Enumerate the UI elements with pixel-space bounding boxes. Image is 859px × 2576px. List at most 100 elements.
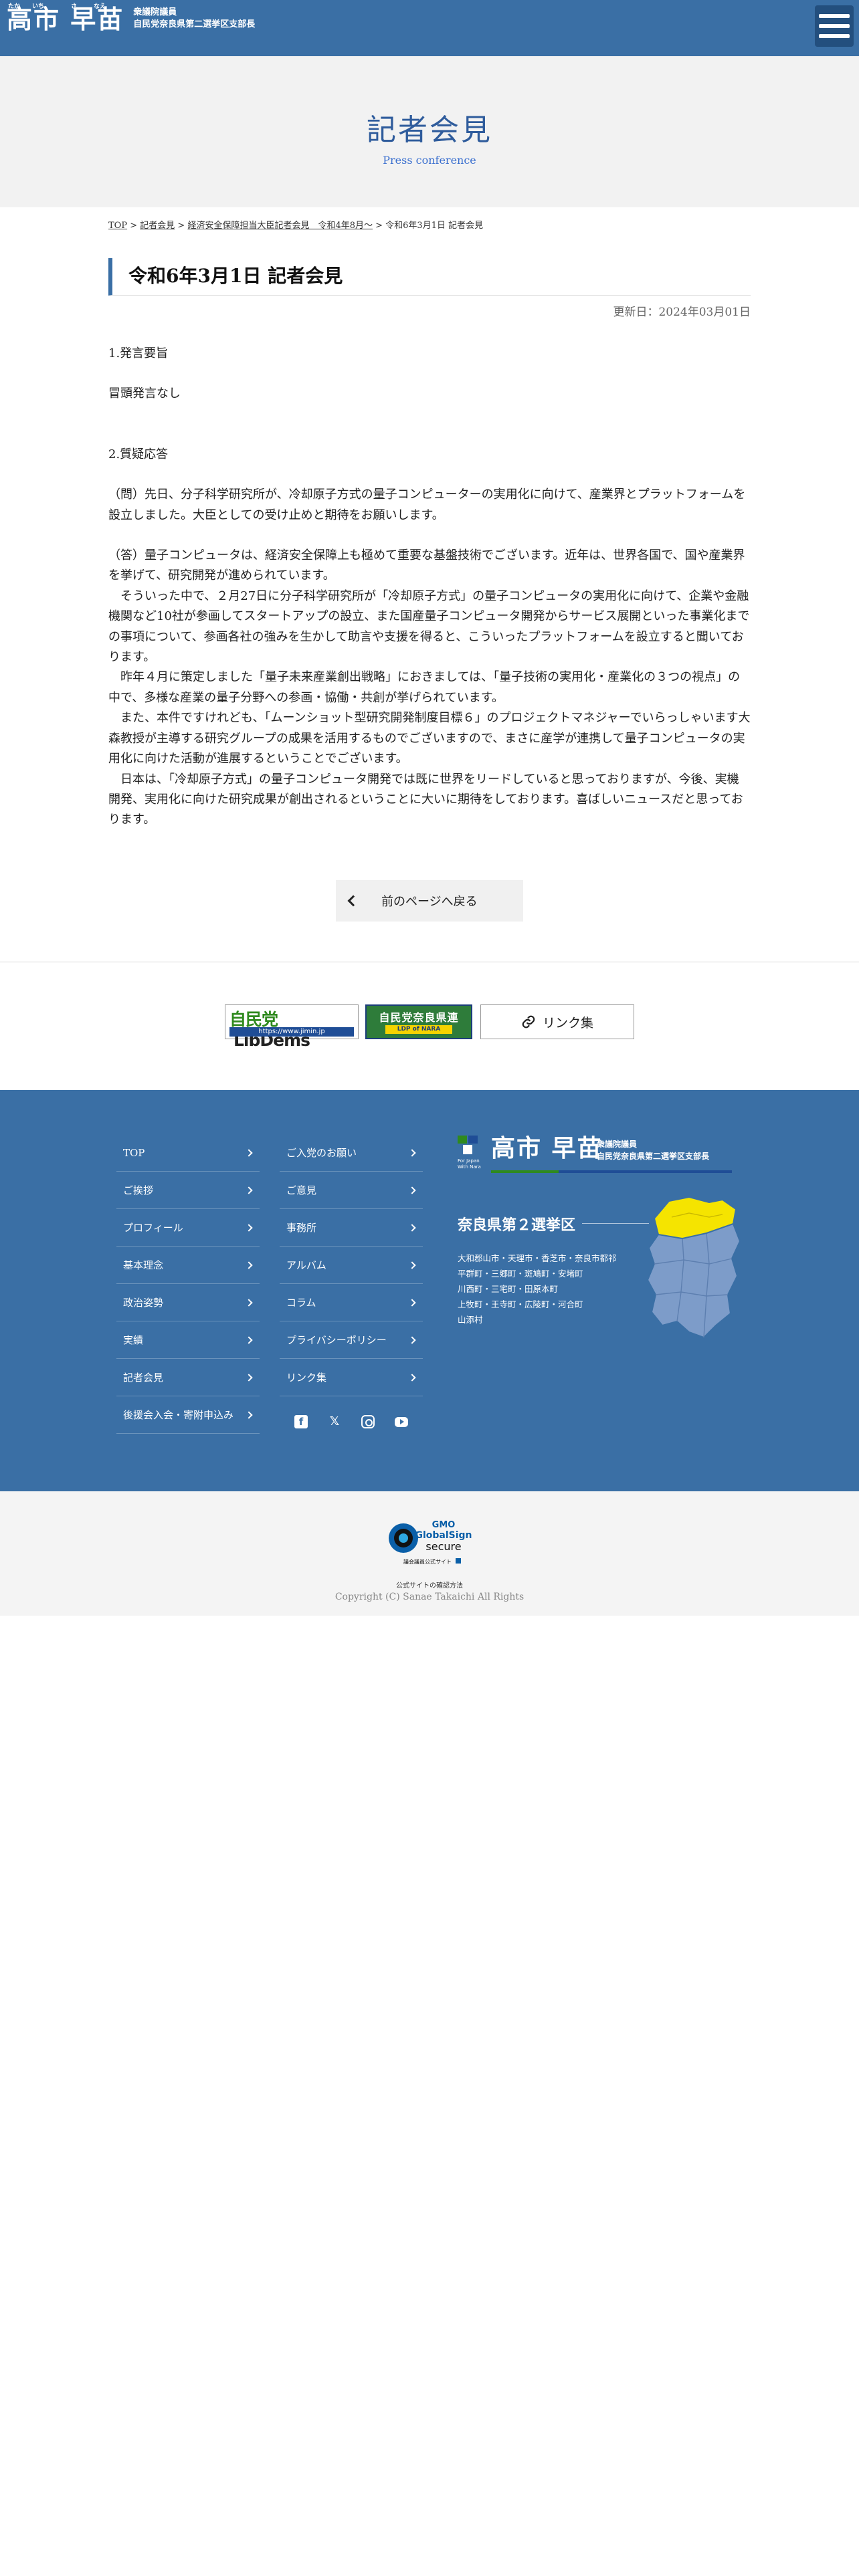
nara-banner[interactable]: 自民党奈良県連 LDP of NARA <box>365 1004 472 1039</box>
party-mark-icon <box>458 1136 478 1154</box>
nara-district-map <box>646 1196 741 1339</box>
chevron-left-icon <box>347 895 359 907</box>
district-line-5: 山添村 <box>458 1315 483 1325</box>
nav-label: ご入党のお願い <box>286 1147 357 1159</box>
footer-nav-achievements[interactable]: 実績 <box>116 1321 260 1359</box>
chevron-right-icon <box>245 1336 253 1344</box>
footer-logo-sub: 衆議院議員 自民党奈良県第二選挙区支部長 <box>597 1140 710 1161</box>
globalsign-seal[interactable]: GMO GlobalSign secure 議会議員公式サイト <box>386 1518 473 1568</box>
paragraph: 冒頭発言なし <box>108 387 181 401</box>
logo-sub-line2: 自民党奈良県第二選挙区支部長 <box>133 19 256 29</box>
links-banner-label: リンク集 <box>542 1015 593 1031</box>
chevron-right-icon <box>245 1261 253 1269</box>
footer-nav-links[interactable]: リンク集 <box>280 1359 423 1396</box>
chevron-right-icon <box>245 1411 253 1419</box>
chevron-right-icon <box>408 1186 416 1194</box>
page-hero: 記者会見 Press conference <box>0 56 859 207</box>
ruby-sa: さ <box>71 3 78 10</box>
logo-sub-line1: 衆議院議員 <box>133 7 177 17</box>
footer-nav-album[interactable]: アルバム <box>280 1247 423 1284</box>
breadcrumb-sep: > <box>372 221 386 231</box>
breadcrumb-top[interactable]: TOP <box>108 221 127 231</box>
chevron-right-icon <box>245 1149 253 1157</box>
logo-name: たか いち さ なえ 高市 早苗 <box>7 3 124 34</box>
logo-subtitle: 衆議院議員 自民党奈良県第二選挙区支部長 <box>133 7 255 32</box>
chevron-right-icon <box>245 1374 253 1382</box>
libdems-jp: 自民党 <box>229 1010 278 1029</box>
footer-nav-col-2: ご入党のお願い ご意見 事務所 アルバム コラム プライバシーポリシー リンク集 <box>280 1134 423 1396</box>
footer-nav-politics[interactable]: 政治姿勢 <box>116 1284 260 1321</box>
footer-logo-underline <box>491 1170 732 1173</box>
footer-nav-office[interactable]: 事務所 <box>280 1209 423 1247</box>
breadcrumb: TOP > 記者会見 > 経済安全保障担当大臣記者会見 令和4年8月〜 > 令和… <box>108 218 483 231</box>
chevron-right-icon <box>245 1224 253 1232</box>
nav-label: リンク集 <box>286 1372 327 1384</box>
footer-nav-top[interactable]: TOP <box>116 1134 260 1172</box>
chevron-right-icon <box>408 1224 416 1232</box>
chevron-right-icon <box>408 1261 416 1269</box>
footer-nav-profile[interactable]: プロフィール <box>116 1209 260 1247</box>
nav-label: プロフィール <box>123 1222 183 1234</box>
nav-label: 政治姿勢 <box>123 1297 164 1309</box>
chevron-right-icon <box>408 1336 416 1344</box>
menu-button[interactable] <box>815 5 854 47</box>
link-icon <box>522 1015 535 1029</box>
section-heading: 2.質疑応答 <box>108 447 169 461</box>
ruby-ichi: いち <box>32 3 45 10</box>
updated-date: 更新日：2024年03月01日 <box>613 306 751 319</box>
bottom-bar: GMO GlobalSign secure 議会議員公式サイト 公式サイトの確認… <box>0 1491 859 1616</box>
libdems-url: https://www.jimin.jp <box>229 1027 354 1037</box>
libdems-banner[interactable]: 自民党LibDems https://www.jimin.jp <box>225 1004 359 1050</box>
chevron-right-icon <box>245 1299 253 1307</box>
question-paragraph: （問）先日、分子科学研究所が、冷却原子方式の量子コンピューターの実用化に向けて、… <box>108 488 746 522</box>
footer-nav-press[interactable]: 記者会見 <box>116 1359 260 1396</box>
chevron-right-icon <box>245 1186 253 1194</box>
nav-label: 記者会見 <box>123 1372 164 1384</box>
breadcrumb-minister[interactable]: 経済安全保障担当大臣記者会見 令和4年8月〜 <box>187 221 373 231</box>
district-line-3: 川西町・三宅町・田原本町 <box>458 1284 559 1294</box>
section-heading: 1.発言要旨 <box>108 346 169 360</box>
footer-nav-opinion[interactable]: ご意見 <box>280 1172 423 1209</box>
youtube-icon[interactable] <box>395 1417 408 1427</box>
ruby-taka: たか <box>8 3 21 10</box>
district-title: 奈良県第２選挙区 <box>458 1216 576 1234</box>
back-button-label: 前のページへ戻る <box>381 895 478 909</box>
site-logo[interactable]: たか いち さ なえ 高市 早苗 衆議院議員 自民党奈良県第二選挙区支部長 <box>7 3 255 34</box>
footer-nav-column[interactable]: コラム <box>280 1284 423 1321</box>
breadcrumb-sep: > <box>127 221 140 231</box>
footer-nav-join[interactable]: ご入党のお願い <box>280 1134 423 1172</box>
breadcrumb-sep: > <box>175 221 188 231</box>
article-title: 令和6年3月1日 記者会見 <box>108 258 751 296</box>
instagram-icon[interactable] <box>361 1415 375 1428</box>
district-line-2: 平群町・三郷町・斑鳩町・安堵町 <box>458 1269 583 1279</box>
footer-nav-greeting[interactable]: ご挨拶 <box>116 1172 260 1209</box>
svg-text:secure: secure <box>425 1540 461 1553</box>
chevron-right-icon <box>408 1374 416 1382</box>
chevron-right-icon <box>408 1299 416 1307</box>
x-icon[interactable]: 𝕏 <box>328 1415 341 1428</box>
breadcrumb-press[interactable]: 記者会見 <box>140 221 175 231</box>
footer-nav-privacy[interactable]: プライバシーポリシー <box>280 1321 423 1359</box>
party-mark-text: For Japan With Nara <box>458 1158 481 1170</box>
logo-name-text: 高市 早苗 <box>7 5 124 34</box>
nav-label: 基本理念 <box>123 1259 164 1271</box>
district-line-4: 上牧町・王寺町・広陵町・河合町 <box>458 1299 583 1309</box>
nara-banner-text: 自民党奈良県連 <box>379 1011 459 1024</box>
nav-label: ご意見 <box>286 1184 317 1196</box>
district-line-1: 大和郡山市・天理市・香芝市・奈良市都祁 <box>458 1253 617 1263</box>
chevron-right-icon <box>408 1149 416 1157</box>
footer-logo[interactable]: For Japan With Nara 高市 早苗 衆議院議員 自民党奈良県第二選挙… <box>458 1136 732 1176</box>
page-subtitle: Press conference <box>383 154 476 167</box>
ruby-nae: なえ <box>94 3 106 10</box>
footer-nav-support[interactable]: 後援会入会・寄附申込み <box>116 1396 260 1434</box>
nav-label: 事務所 <box>286 1222 317 1234</box>
nav-label: 実績 <box>123 1334 144 1346</box>
back-button[interactable]: 前のページへ戻る <box>336 880 523 922</box>
nav-label: アルバム <box>286 1259 326 1271</box>
seal-caption[interactable]: 公式サイトの確認方法 <box>0 1580 859 1590</box>
article-body: 1.発言要旨 冒頭発言なし 2.質疑応答 （問）先日、分子科学研究所が、冷却原子… <box>108 344 751 831</box>
links-banner[interactable]: リンク集 <box>480 1004 634 1039</box>
footer-nav-philosophy[interactable]: 基本理念 <box>116 1247 260 1284</box>
facebook-icon[interactable]: f <box>294 1415 308 1428</box>
page-title: 記者会見 <box>367 113 492 147</box>
